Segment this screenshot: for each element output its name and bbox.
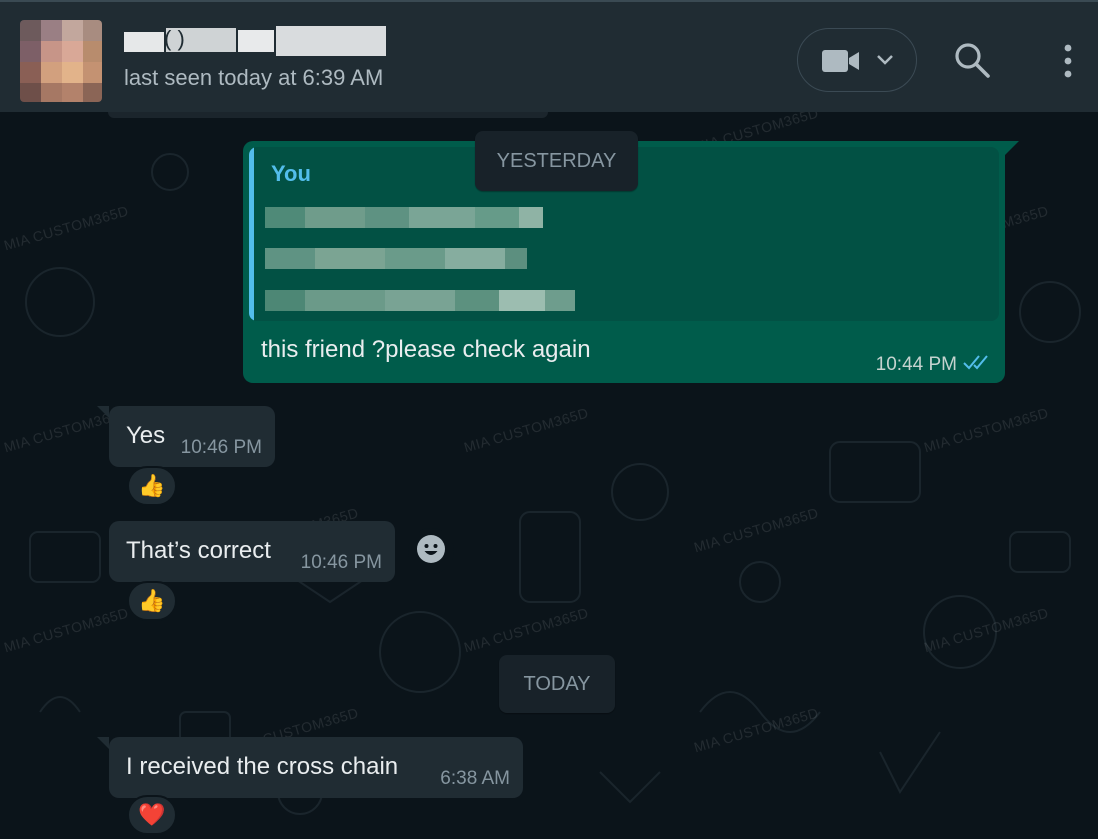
message-text: That’s correct	[126, 537, 271, 564]
incoming-message[interactable]: Yes 10:46 PM	[97, 406, 275, 467]
menu-button[interactable]	[1058, 44, 1078, 78]
message-time: 6:38 AM	[440, 768, 510, 789]
incoming-message[interactable]: I received the cross chain 6:38 AM	[97, 737, 523, 798]
search-button[interactable]	[953, 41, 993, 81]
bubble-tail	[97, 737, 109, 749]
heart-icon: ❤️	[138, 802, 166, 827]
blurred-quote-line	[265, 248, 527, 269]
message-text: Yes	[126, 422, 166, 449]
quoted-author: You	[271, 161, 311, 186]
message-time: 10:46 PM	[180, 437, 262, 458]
video-camera-icon	[822, 49, 860, 78]
more-vertical-icon	[1058, 44, 1078, 82]
date-chip-today: TODAY	[499, 655, 615, 713]
thumbs-up-icon: 👍	[138, 588, 166, 613]
last-seen-status: last seen today at 6:39 AM	[124, 65, 384, 90]
quote-accent-bar	[249, 147, 254, 321]
bubble-tail	[1005, 141, 1019, 155]
message-meta: 10:44 PM	[876, 353, 993, 377]
blurred-quote-line	[265, 207, 543, 228]
incoming-message[interactable]: That’s correct 10:46 PM	[109, 521, 395, 582]
reaction-badge[interactable]: 👍	[127, 466, 177, 506]
thumbs-up-icon: 👍	[138, 473, 166, 498]
reaction-badge[interactable]: 👍	[127, 581, 177, 621]
double-check-read-icon	[963, 353, 993, 377]
chat-window: MIA CUSTOM365D MIA CUSTOM365D MIA CUSTOM…	[0, 0, 1098, 839]
video-call-button[interactable]	[797, 28, 917, 92]
reaction-badge[interactable]: ❤️	[127, 795, 177, 835]
message-time: 10:44 PM	[875, 354, 957, 375]
message-text: this friend ?please check again	[261, 336, 591, 363]
search-icon	[953, 43, 993, 85]
chat-header: ( ) last seen today at 6:39 AM	[0, 0, 1098, 112]
contact-name[interactable]: ( )	[124, 26, 386, 56]
blurred-quote-line	[265, 290, 575, 311]
react-button[interactable]	[408, 528, 454, 574]
smiley-icon	[416, 534, 446, 569]
message-text: I received the cross chain	[126, 753, 399, 780]
chevron-down-icon	[876, 53, 894, 72]
bubble-tail	[97, 406, 109, 418]
contact-name-text: ( )	[164, 26, 185, 51]
message-time: 10:46 PM	[300, 552, 382, 573]
avatar[interactable]	[20, 20, 102, 102]
date-chip-yesterday: YESTERDAY	[475, 131, 638, 191]
